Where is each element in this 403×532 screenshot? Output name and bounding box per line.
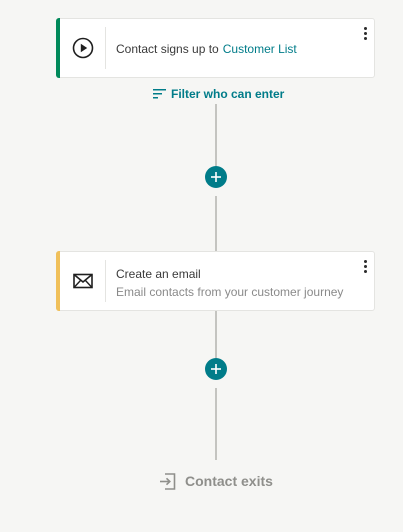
contact-exits-endpoint: Contact exits <box>158 471 273 491</box>
audience-list-link[interactable]: Customer List <box>223 42 297 56</box>
filter-who-can-enter-link[interactable]: Filter who can enter <box>153 86 284 102</box>
exit-arrow-icon <box>160 472 176 490</box>
trigger-description: Contact signs up to Customer List <box>116 42 297 56</box>
journey-connector <box>215 388 217 460</box>
exit-label: Contact exits <box>185 473 273 489</box>
filter-lines-icon <box>153 89 166 99</box>
card-divider <box>105 27 106 69</box>
play-circle-icon <box>71 36 95 60</box>
envelope-icon <box>71 269 95 293</box>
more-options-icon[interactable] <box>362 260 370 276</box>
add-step-button[interactable] <box>205 166 227 188</box>
trigger-status-stripe <box>56 18 60 78</box>
plus-icon <box>211 364 221 374</box>
step-status-stripe <box>56 251 60 311</box>
filter-label: Filter who can enter <box>171 87 285 101</box>
journey-connector <box>215 311 217 358</box>
add-step-button[interactable] <box>205 358 227 380</box>
plus-icon <box>211 172 221 182</box>
journey-connector <box>215 196 217 251</box>
trigger-card[interactable]: Contact signs up to Customer List <box>56 18 375 78</box>
email-step-card[interactable]: Create an email Email contacts from your… <box>56 251 375 311</box>
more-options-icon[interactable] <box>362 27 370 43</box>
card-divider <box>105 260 106 302</box>
step-subtitle: Email contacts from your customer journe… <box>116 285 344 299</box>
step-title: Create an email <box>116 267 201 281</box>
trigger-label: Contact signs up to <box>116 42 219 56</box>
journey-connector <box>215 104 217 166</box>
